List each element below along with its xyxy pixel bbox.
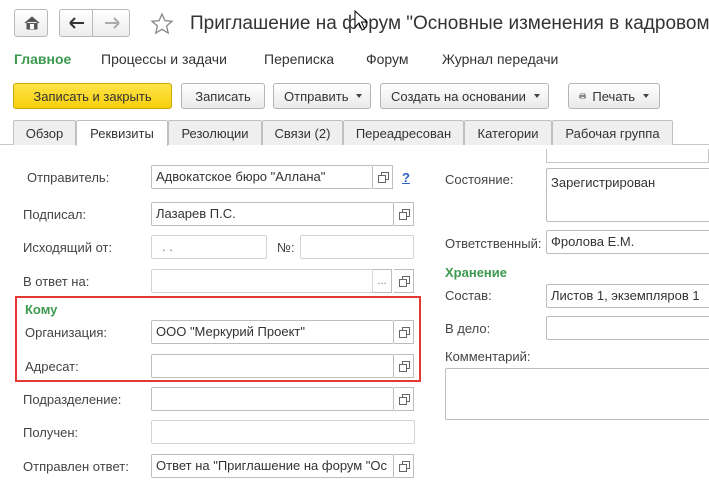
tab-workgroup[interactable]: Рабочая группа — [552, 120, 673, 145]
tab-categories-label: Категории — [477, 125, 539, 141]
reply-dots: ... — [377, 275, 387, 287]
org-field[interactable]: ООО "Меркурий Проект" — [151, 320, 394, 344]
reply-field[interactable] — [151, 269, 373, 293]
tab-details[interactable]: Реквизиты — [76, 120, 168, 146]
tab-redirected[interactable]: Переадресован — [343, 120, 464, 145]
save-label: Записать — [195, 88, 251, 104]
outgoing-date-field[interactable]: . . — [151, 235, 267, 259]
menu-correspondence[interactable]: Переписка — [264, 51, 334, 67]
file-label: В дело: — [445, 321, 491, 336]
save-close-button[interactable]: Записать и закрыть — [13, 83, 172, 109]
sender-label: Отправитель: — [27, 170, 110, 185]
save-button[interactable]: Записать — [181, 83, 265, 109]
department-open-button[interactable] — [394, 387, 414, 411]
reply-open-button[interactable] — [394, 269, 414, 293]
composition-field[interactable]: Листов 1, экземпляров 1 — [546, 284, 709, 308]
menu-forum[interactable]: Форум — [366, 51, 409, 67]
print-label: Печать — [592, 88, 635, 104]
print-button[interactable]: Печать — [568, 83, 660, 109]
chevron-down-icon — [643, 94, 649, 98]
outgoing-label: Исходящий от: — [23, 240, 113, 255]
signed-open-button[interactable] — [394, 202, 414, 226]
file-field[interactable] — [546, 316, 709, 340]
menu-main[interactable]: Главное — [14, 51, 71, 67]
status-field[interactable]: Зарегистрирован — [546, 168, 709, 222]
sender-open-button[interactable] — [373, 165, 393, 189]
addressee-open-button[interactable] — [394, 354, 414, 378]
tab-details-label: Реквизиты — [90, 126, 154, 141]
mouse-cursor-icon — [354, 10, 368, 31]
star-icon[interactable] — [150, 12, 174, 36]
tab-overview[interactable]: Обзор — [13, 120, 76, 145]
open-icon — [398, 276, 410, 287]
open-icon — [398, 327, 410, 338]
arrow-left-icon — [69, 17, 84, 29]
answer-field[interactable]: Ответ на "Приглашение на форум "Ос — [151, 454, 394, 478]
open-icon — [377, 172, 389, 183]
save-close-label: Записать и закрыть — [33, 88, 152, 104]
signed-label: Подписал: — [23, 207, 87, 222]
received-label: Получен: — [23, 425, 79, 440]
department-label: Подразделение: — [23, 392, 122, 407]
org-label: Организация: — [25, 325, 108, 340]
home-icon — [24, 16, 40, 30]
comment-field[interactable] — [445, 368, 709, 420]
menu-transfer-log[interactable]: Журнал передачи — [442, 51, 558, 67]
home-button[interactable] — [14, 9, 48, 37]
back-button[interactable] — [59, 9, 93, 37]
open-icon — [398, 361, 410, 372]
menu-processes[interactable]: Процессы и задачи — [101, 51, 227, 67]
help-link[interactable]: ? — [402, 170, 410, 185]
tab-resolutions[interactable]: Резолюции — [168, 120, 262, 145]
number-field[interactable] — [300, 235, 414, 259]
tab-links[interactable]: Связи (2) — [262, 120, 343, 145]
open-icon — [398, 461, 410, 472]
chevron-down-icon — [533, 94, 540, 98]
tab-categories[interactable]: Категории — [464, 120, 552, 145]
forward-button[interactable] — [92, 9, 130, 37]
signed-field[interactable]: Лазарев П.С. — [151, 202, 394, 226]
storage-section-title: Хранение — [445, 265, 507, 280]
org-open-button[interactable] — [394, 320, 414, 344]
status-label: Состояние: — [445, 172, 514, 187]
answer-label: Отправлен ответ: — [23, 459, 129, 474]
comment-label: Комментарий: — [445, 349, 531, 364]
addressee-field[interactable] — [151, 354, 394, 378]
right-top-edge — [546, 149, 709, 163]
composition-label: Состав: — [445, 288, 492, 303]
printer-icon — [579, 92, 587, 100]
page-title: Приглашение на форум "Основные изменения… — [190, 13, 709, 34]
send-button[interactable]: Отправить — [273, 83, 371, 109]
tab-workgroup-label: Рабочая группа — [565, 125, 660, 141]
tab-links-label: Связи (2) — [274, 125, 331, 141]
open-icon — [398, 209, 410, 220]
sender-field[interactable]: Адвокатское бюро "Аллана" — [151, 165, 373, 189]
reply-select-button[interactable]: ... — [372, 269, 392, 293]
tab-redirected-label: Переадресован — [355, 125, 452, 141]
received-field[interactable] — [151, 420, 415, 444]
send-label: Отправить — [284, 88, 349, 104]
create-based-label: Создать на основании — [391, 88, 526, 104]
number-label: №: — [277, 240, 295, 255]
reply-label: В ответ на: — [23, 274, 90, 289]
tab-resolutions-label: Резолюции — [181, 125, 249, 141]
arrow-right-icon — [105, 17, 120, 29]
tab-overview-label: Обзор — [25, 125, 64, 141]
responsible-label: Ответственный: — [445, 236, 542, 251]
open-icon — [398, 394, 410, 405]
to-section-title: Кому — [25, 302, 58, 317]
department-field[interactable] — [151, 387, 394, 411]
responsible-field[interactable]: Фролова Е.М. — [546, 230, 709, 254]
chevron-down-icon — [356, 94, 363, 98]
addressee-label: Адресат: — [25, 359, 79, 374]
answer-open-button[interactable] — [394, 454, 414, 478]
create-based-button[interactable]: Создать на основании — [380, 83, 549, 109]
